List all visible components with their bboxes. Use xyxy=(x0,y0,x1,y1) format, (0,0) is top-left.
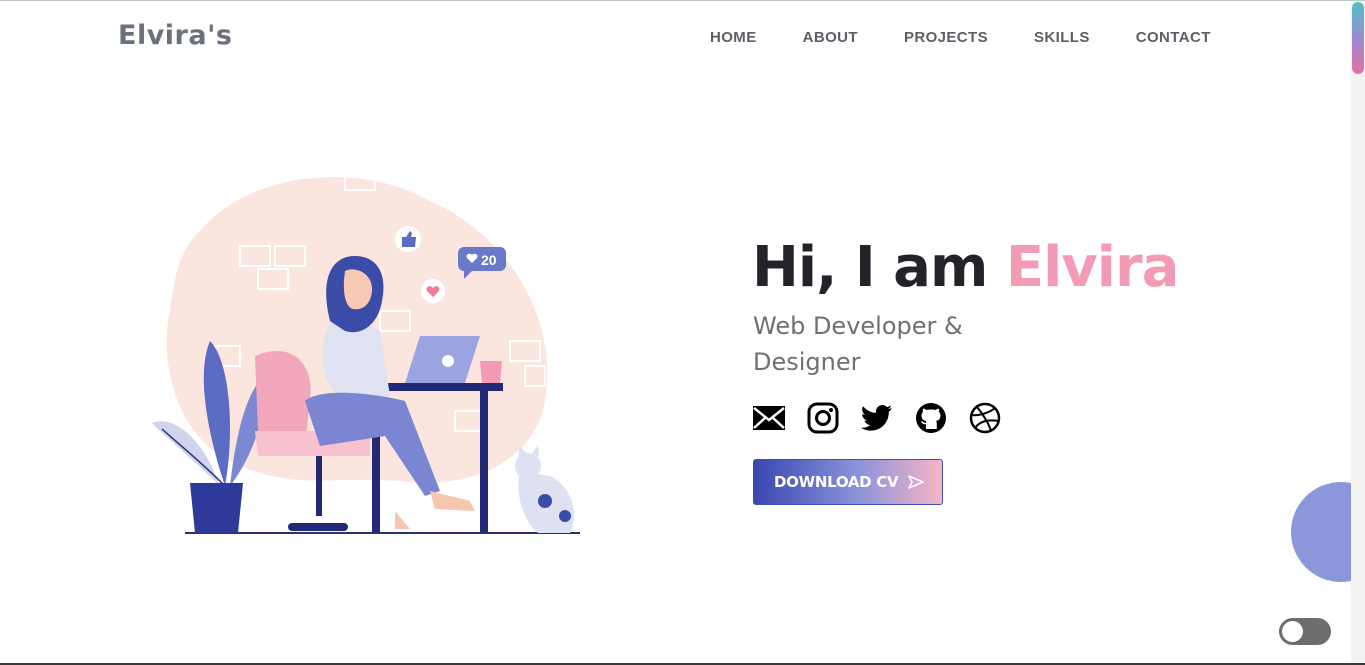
nav-contact[interactable]: CONTACT xyxy=(1136,29,1211,46)
woman-at-desk-illustration: 20 xyxy=(152,173,580,534)
main-nav: HOME ABOUT PROJECTS SKILLS CONTACT xyxy=(710,29,1257,46)
heart-bubble xyxy=(421,279,445,303)
nav-about[interactable]: ABOUT xyxy=(803,29,858,46)
theme-toggle[interactable] xyxy=(1279,618,1331,645)
twitter-icon[interactable] xyxy=(860,401,894,435)
scrollbar[interactable] xyxy=(1351,1,1365,663)
dribbble-icon[interactable] xyxy=(968,401,1002,435)
nav-home[interactable]: HOME xyxy=(710,29,757,46)
mail-icon[interactable] xyxy=(752,401,786,435)
greeting-prefix: Hi, I am xyxy=(752,235,1006,300)
mug xyxy=(480,361,502,383)
like-bubble xyxy=(395,226,421,252)
github-icon[interactable] xyxy=(914,401,948,435)
site-logo[interactable]: Elvira's xyxy=(118,20,232,51)
download-cv-button[interactable]: DOWNLOAD CV xyxy=(753,459,943,505)
nav-projects[interactable]: PROJECTS xyxy=(904,29,988,46)
nav-skills[interactable]: SKILLS xyxy=(1034,29,1090,46)
social-links xyxy=(752,401,1022,435)
hero-role: Web Developer & Designer xyxy=(753,312,963,376)
download-cv-label: DOWNLOAD CV xyxy=(774,473,899,491)
cat xyxy=(515,445,574,533)
send-icon xyxy=(908,475,925,489)
scrollbar-thumb[interactable] xyxy=(1352,2,1364,74)
toggle-knob xyxy=(1282,621,1303,642)
notification-count: 20 xyxy=(481,252,497,268)
hero-illustration: 20 xyxy=(140,161,590,561)
instagram-icon[interactable] xyxy=(806,401,840,435)
page: Elvira's HOME ABOUT PROJECTS SKILLS CONT… xyxy=(0,0,1365,665)
hero-name: Elvira xyxy=(1005,235,1180,300)
hero-greeting: Hi, I am Elvira xyxy=(752,235,1180,300)
